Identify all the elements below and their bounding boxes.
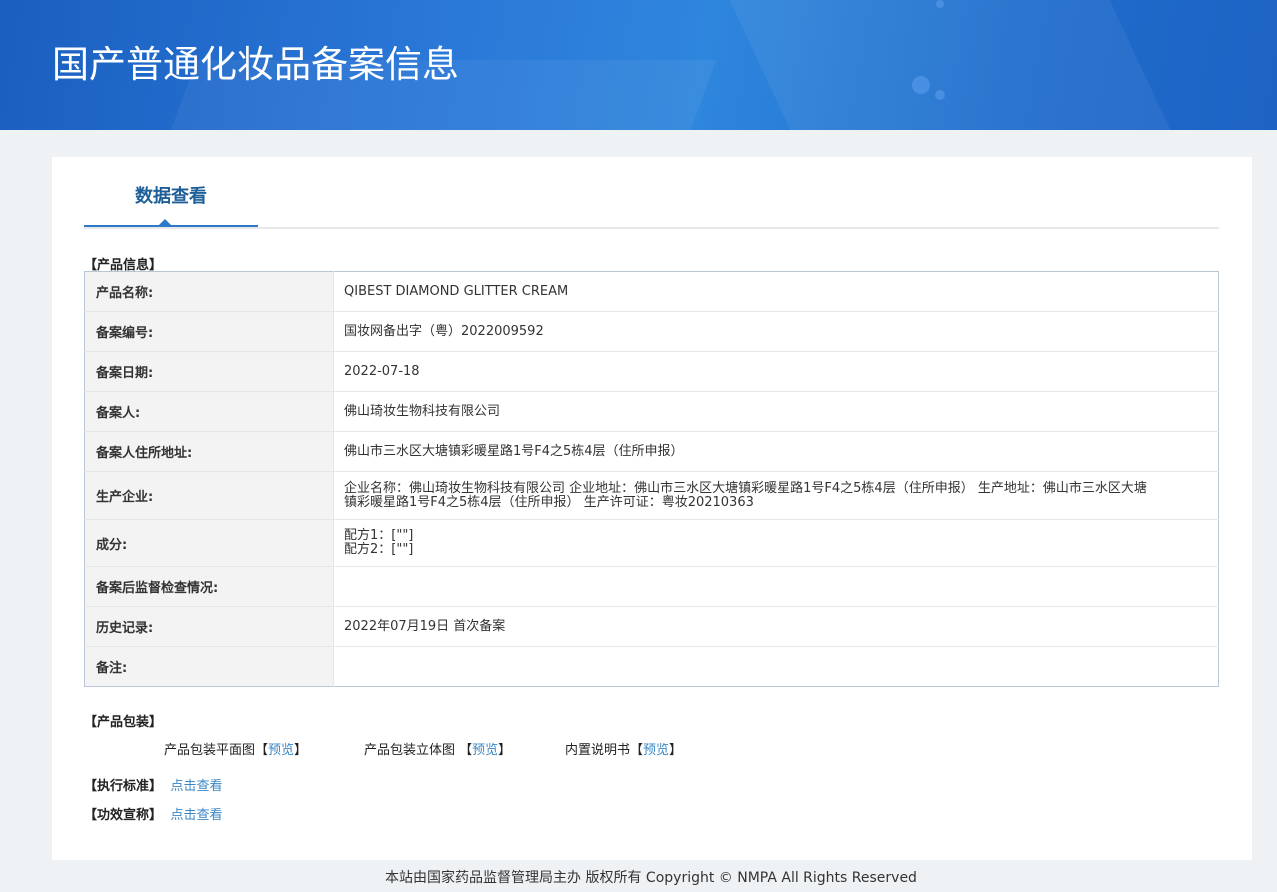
table-row: 备注: [84,646,1219,687]
packaging-flat-label: 产品包装平面图 [164,743,256,758]
row-value [334,647,1219,687]
table-row: 生产企业: 企业名称：佛山琦妆生物科技有限公司 企业地址：佛山市三水区大塘镇彩暖… [84,471,1219,520]
row-label: 备案日期: [84,351,334,392]
row-value: 2022年07月19日 首次备案 [333,606,1219,647]
row-label: 备案人住所地址: [84,431,334,472]
row-value: 配方1：[""] 配方2：[""] [333,519,1219,567]
bracket: 】 [669,743,683,758]
row-label: 备案编号: [84,311,334,352]
row-value [333,566,1219,607]
row-value: 2022-07-18 [333,351,1219,392]
standard-view-link[interactable]: 点击查看 [171,779,223,794]
formula-line: 配方1：[""] [344,528,414,543]
tab-bar: 数据查看 [84,157,1219,229]
bracket: 【 [255,743,269,758]
preview-solid-link[interactable]: 预览 [472,743,498,758]
row-label: 产品名称: [84,271,334,312]
row-value: QIBEST DIAMOND GLITTER CREAM [333,271,1219,312]
row-value: 佛山市三水区大塘镇彩暖星路1号F4之5栋4层（住所申报） [333,431,1219,472]
table-row: 备案后监督检查情况: [84,566,1219,607]
product-info-table: 产品名称: QIBEST DIAMOND GLITTER CREAM 备案编号:… [84,271,1219,687]
row-value: 国妆网备出字（粤）2022009592 [333,311,1219,352]
table-row: 备案人住所地址: 佛山市三水区大塘镇彩暖星路1号F4之5栋4层（住所申报） [84,431,1219,472]
table-row: 成分: 配方1：[""] 配方2：[""] [84,519,1219,567]
banner-dot [935,90,945,100]
preview-flat-link[interactable]: 预览 [268,743,294,758]
section-packaging: 【产品包装】 [84,715,163,730]
banner-decoration [720,0,1180,130]
bracket: 【 [459,743,473,758]
row-value: 佛山琦妆生物科技有限公司 [333,391,1219,432]
banner-dot [936,0,944,8]
table-row: 历史记录: 2022年07月19日 首次备案 [84,606,1219,647]
footer-copyright: 本站由国家药品监督管理局主办 版权所有 Copyright © NMPA All… [385,870,917,886]
section-standard: 【执行标准】 点击查看 [84,775,223,794]
packaging-manual-item: 内置说明书【预览】 [565,739,682,758]
content-card: 数据查看 【产品信息】 产品名称: QIBEST DIAMOND GLITTER… [52,157,1252,860]
row-label: 成分: [84,519,334,567]
table-row: 备案日期: 2022-07-18 [84,351,1219,392]
row-label: 备案人: [84,391,334,432]
section-standard-label: 【执行标准】 [84,779,163,794]
row-label: 备注: [84,646,334,687]
packaging-solid-label: 产品包装立体图 [364,743,460,758]
tab-data-view[interactable]: 数据查看 [84,157,258,227]
bracket: 】 [294,743,308,758]
banner-dot [912,76,930,94]
row-label: 备案后监督检查情况: [84,566,334,607]
bracket: 【 [630,743,644,758]
packaging-flat-item: 产品包装平面图【预览】 [164,739,307,758]
row-label: 生产企业: [84,471,334,520]
packaging-solid-item: 产品包装立体图 【预览】 [364,739,511,758]
table-row: 产品名称: QIBEST DIAMOND GLITTER CREAM [84,271,1219,312]
formula-line: 配方2：[""] [344,542,414,557]
section-efficacy-label: 【功效宣称】 [84,808,163,823]
tab-indicator-icon [159,219,171,225]
row-label: 历史记录: [84,606,334,647]
row-value: 企业名称：佛山琦妆生物科技有限公司 企业地址：佛山市三水区大塘镇彩暖星路1号F4… [333,471,1219,520]
efficacy-view-link[interactable]: 点击查看 [171,808,223,823]
bracket: 】 [498,743,512,758]
header-banner: 国产普通化妆品备案信息 [0,0,1277,130]
table-row: 备案编号: 国妆网备出字（粤）2022009592 [84,311,1219,352]
preview-manual-link[interactable]: 预览 [643,743,669,758]
tab-label: 数据查看 [135,186,207,207]
packaging-manual-label: 内置说明书 [565,743,631,758]
section-efficacy: 【功效宣称】 点击查看 [84,804,223,823]
table-row: 备案人: 佛山琦妆生物科技有限公司 [84,391,1219,432]
page-title: 国产普通化妆品备案信息 [52,43,459,86]
